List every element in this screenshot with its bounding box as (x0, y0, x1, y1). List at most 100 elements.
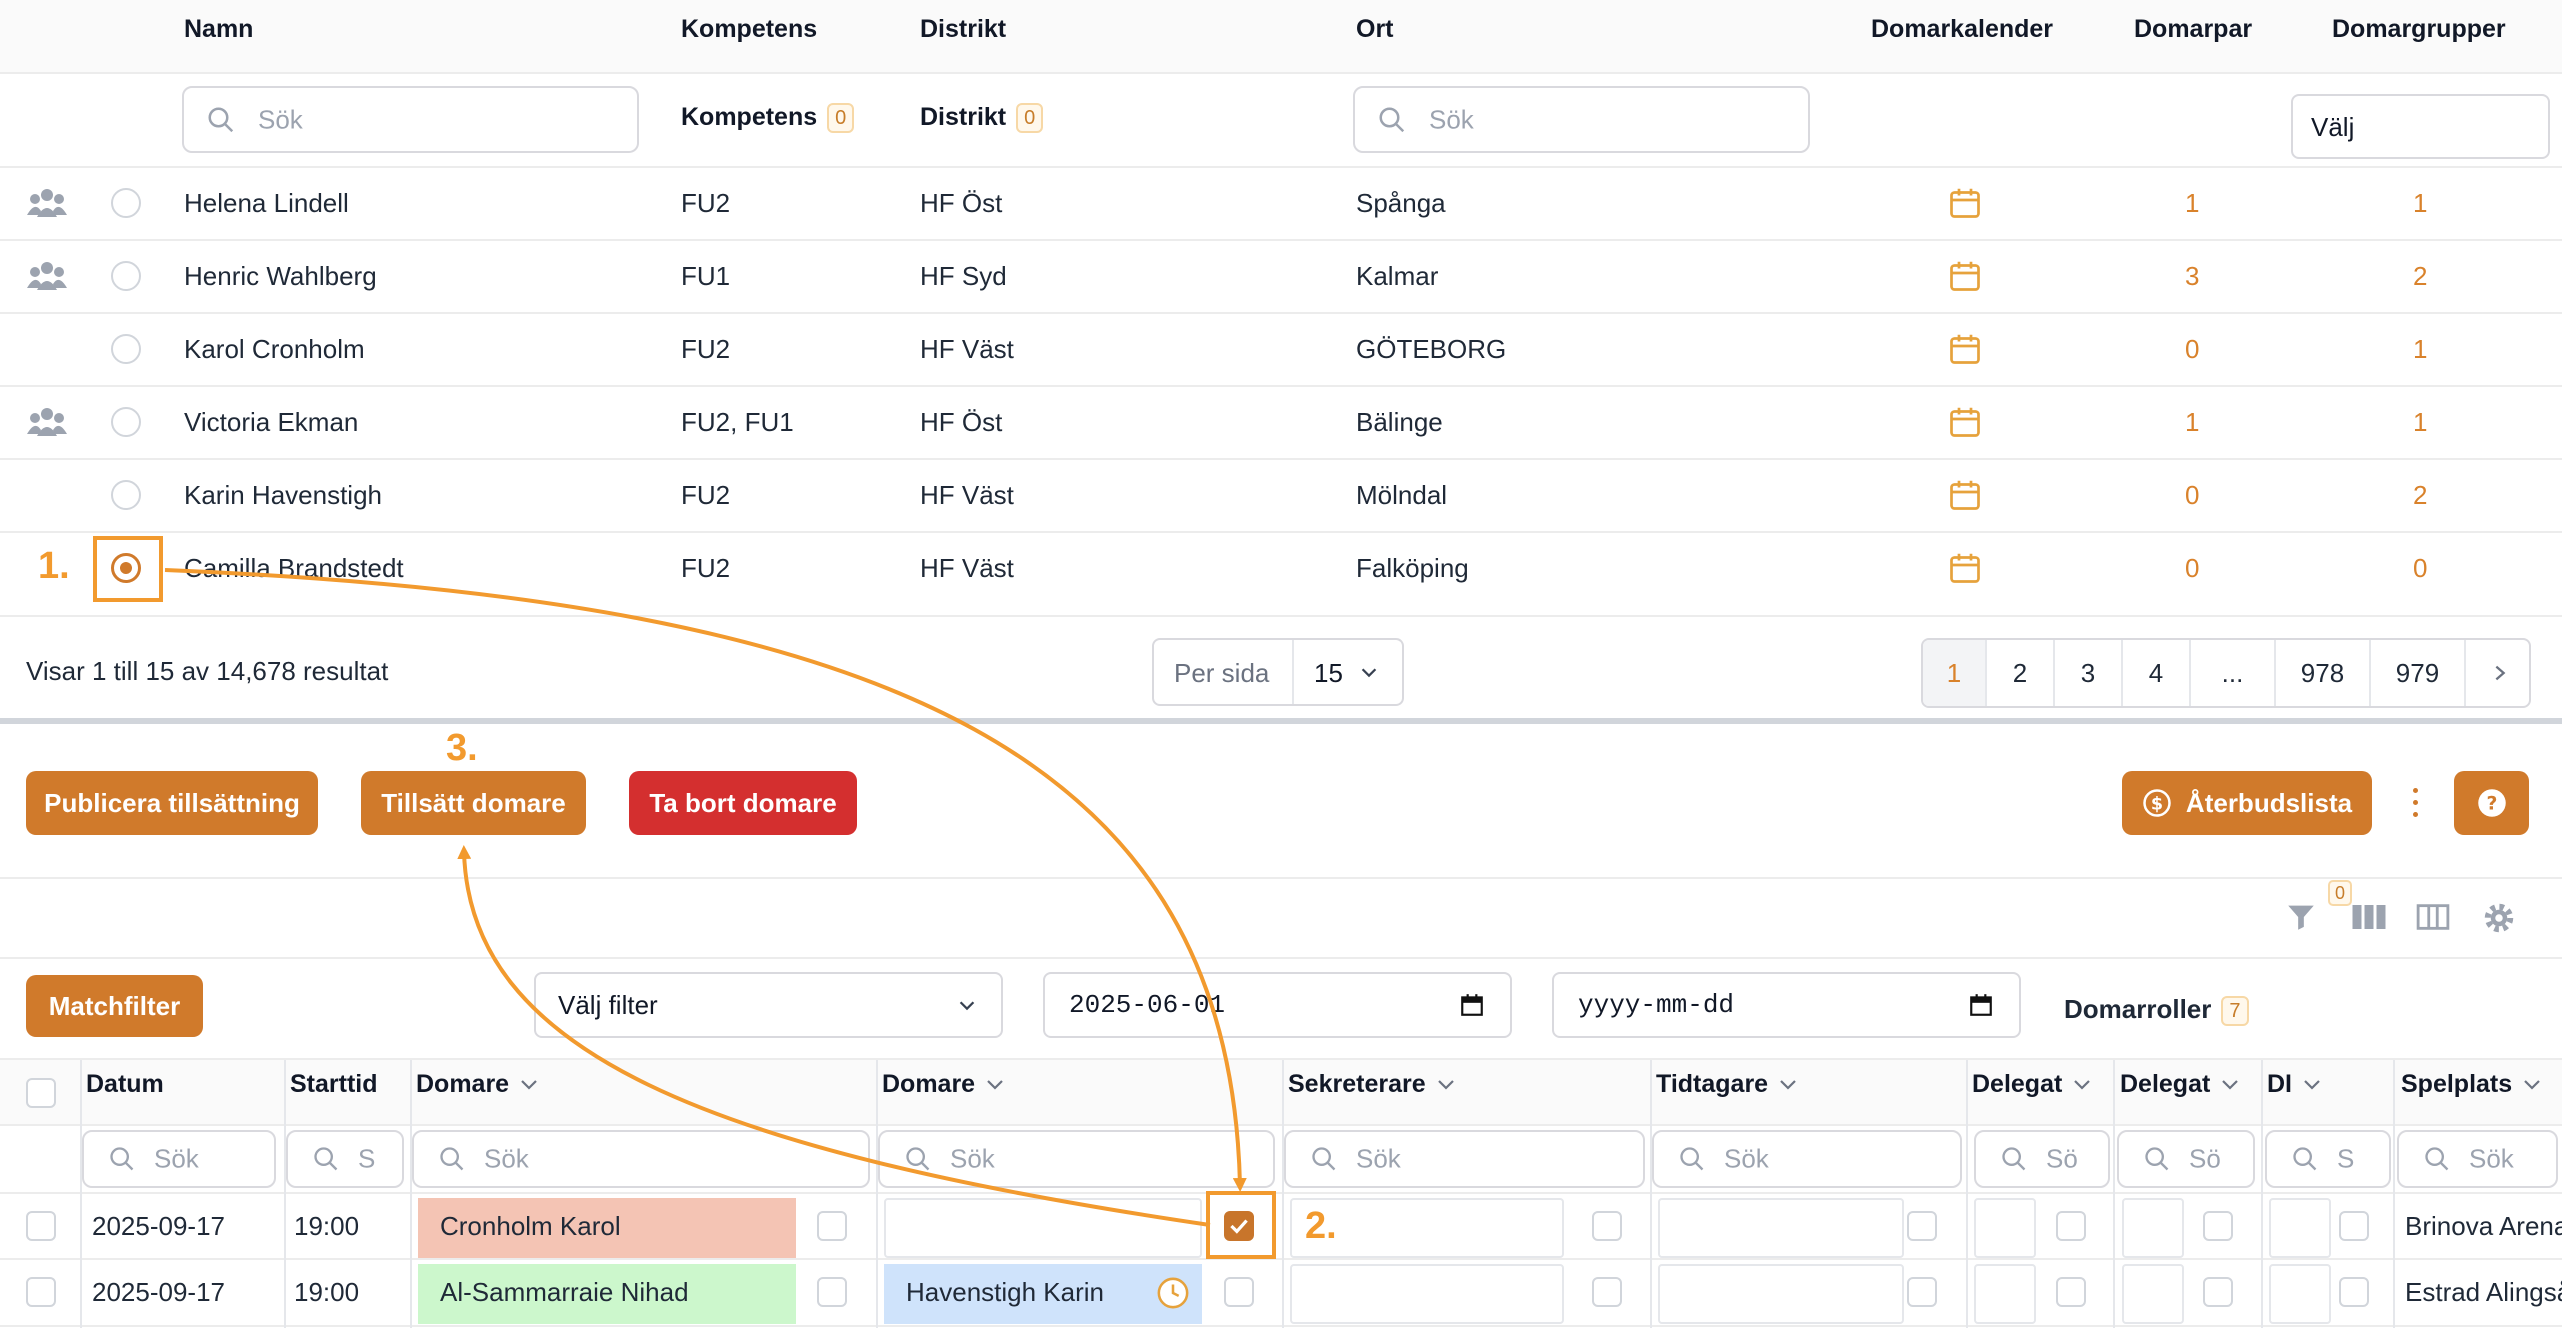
aterbudslista-button[interactable]: $ Återbudslista (2122, 771, 2372, 835)
role-slot-checkbox[interactable] (2339, 1277, 2369, 1307)
page-button[interactable]: 978 (2274, 640, 2369, 706)
domarpar-link[interactable]: 0 (2185, 480, 2199, 511)
match-col-header-spelplats[interactable]: Spelplats (2401, 1070, 2542, 1099)
kompetens-filter[interactable]: Kompetens 0 (681, 103, 855, 134)
matchfilter-button[interactable]: Matchfilter (26, 975, 203, 1037)
domargrupper-link[interactable]: 1 (2413, 334, 2427, 365)
match-col-search-tidtagare[interactable]: Sök (1652, 1130, 1962, 1188)
row-select-radio[interactable] (111, 480, 141, 510)
col-header-namn[interactable]: Namn (184, 15, 253, 44)
domarpar-link[interactable]: 1 (2185, 188, 2199, 219)
role-slot-checkbox[interactable] (2203, 1277, 2233, 1307)
role-slot-checkbox[interactable] (1907, 1211, 1937, 1241)
column-layout-icon[interactable] (2416, 902, 2450, 937)
match-col-header-sekreterare[interactable]: Sekreterare (1288, 1070, 1456, 1099)
page-button[interactable]: 1 (1923, 640, 1985, 706)
match-col-search-starttid[interactable]: S (286, 1130, 404, 1188)
match-col-header-tidtagare[interactable]: Tidtagare (1656, 1070, 1798, 1099)
domargrupper-link[interactable]: 2 (2413, 261, 2427, 292)
publish-button[interactable]: Publicera tillsättning (26, 771, 318, 835)
col-header-domarpar[interactable]: Domarpar (2134, 15, 2252, 44)
calendar-icon[interactable] (1946, 404, 1984, 445)
col-header-domarkalender[interactable]: Domarkalender (1871, 15, 2053, 44)
role-slot-empty[interactable] (1974, 1198, 2036, 1258)
referee-slot-checkbox[interactable] (1224, 1211, 1254, 1241)
col-header-domargrupper[interactable]: Domargrupper (2332, 15, 2506, 44)
select-all-checkbox[interactable] (26, 1078, 56, 1108)
help-button[interactable]: ? (2454, 771, 2529, 835)
name-search-input[interactable]: Sök (182, 86, 639, 153)
domargrupper-link[interactable]: 2 (2413, 480, 2427, 511)
columns-icon[interactable] (2351, 902, 2387, 937)
date-to-input[interactable]: yyyy-mm-dd (1552, 972, 2021, 1038)
domargrupper-link[interactable]: 1 (2413, 188, 2427, 219)
match-col-header-domare2[interactable]: Domare (882, 1070, 1005, 1099)
page-button[interactable]: 979 (2369, 640, 2464, 706)
calendar-icon[interactable] (1946, 331, 1984, 372)
referee-row[interactable] (0, 167, 2562, 239)
match-col-search-domare1[interactable]: Sök (412, 1130, 870, 1188)
match-col-header-delegat2[interactable]: Delegat (2120, 1070, 2240, 1099)
match-col-header-di[interactable]: DI (2267, 1070, 2322, 1099)
domarroller-filter[interactable]: Domarroller 7 (2064, 994, 2249, 1027)
col-header-distrikt[interactable]: Distrikt (920, 15, 1006, 44)
role-slot-checkbox[interactable] (2056, 1277, 2086, 1307)
role-slot-checkbox[interactable] (1592, 1211, 1622, 1241)
match-row-checkbox[interactable] (26, 1211, 56, 1241)
referee-row[interactable] (0, 386, 2562, 458)
role-slot-empty[interactable] (2269, 1198, 2331, 1258)
domargrupper-link[interactable]: 1 (2413, 407, 2427, 438)
calendar-icon[interactable] (1946, 258, 1984, 299)
role-slot-empty[interactable] (2122, 1264, 2184, 1324)
row-select-radio[interactable] (111, 553, 141, 583)
filter-select[interactable]: Välj filter (534, 972, 1003, 1038)
referee-slot-empty[interactable] (884, 1198, 1202, 1258)
role-slot-empty[interactable] (2122, 1198, 2184, 1258)
role-slot-empty[interactable] (1290, 1264, 1564, 1324)
role-slot-empty[interactable] (1658, 1264, 1904, 1324)
date-from-input[interactable]: 2025-06-01 (1043, 972, 1512, 1038)
domargrupper-select[interactable]: Välj (2291, 94, 2550, 159)
role-slot-checkbox[interactable] (1907, 1277, 1937, 1307)
match-col-search-domare2[interactable]: Sök (878, 1130, 1275, 1188)
domargrupper-link[interactable]: 0 (2413, 553, 2427, 584)
role-slot-empty[interactable] (1974, 1264, 2036, 1324)
page-button[interactable]: 4 (2121, 640, 2189, 706)
row-select-radio[interactable] (111, 261, 141, 291)
role-slot-checkbox[interactable] (2056, 1211, 2086, 1241)
col-header-kompetens[interactable]: Kompetens (681, 15, 817, 44)
ort-search-input[interactable]: Sök (1353, 86, 1810, 153)
match-col-header-domare1[interactable]: Domare (416, 1070, 539, 1099)
filter-icon[interactable] (2284, 899, 2318, 935)
match-col-search-delegat2[interactable]: Sö (2117, 1130, 2255, 1188)
more-options-icon[interactable] (2410, 786, 2420, 820)
role-slot-empty[interactable] (2269, 1264, 2331, 1324)
assign-referee-button[interactable]: Tillsätt domare (361, 771, 586, 835)
distrikt-filter[interactable]: Distrikt 0 (920, 103, 1044, 134)
match-row-checkbox[interactable] (26, 1277, 56, 1307)
row-select-radio[interactable] (111, 407, 141, 437)
calendar-icon[interactable] (1946, 477, 1984, 518)
referee-slot-checkbox[interactable] (817, 1211, 847, 1241)
referee-slot-checkbox[interactable] (1224, 1277, 1254, 1307)
next-page-chevron-icon[interactable] (2464, 640, 2529, 706)
domarpar-link[interactable]: 3 (2185, 261, 2199, 292)
page-button[interactable]: 2 (1985, 640, 2053, 706)
match-col-search-di[interactable]: S (2265, 1130, 2391, 1188)
page-button[interactable]: 3 (2053, 640, 2121, 706)
settings-gear-icon[interactable] (2481, 900, 2517, 941)
match-col-header-starttid[interactable]: Starttid (290, 1070, 378, 1099)
match-col-search-datum[interactable]: Sök (82, 1130, 276, 1188)
role-slot-checkbox[interactable] (2203, 1211, 2233, 1241)
calendar-icon[interactable] (1968, 992, 1994, 1018)
row-select-radio[interactable] (111, 334, 141, 364)
match-col-search-delegat1[interactable]: Sö (1974, 1130, 2110, 1188)
match-col-header-delegat1[interactable]: Delegat (1972, 1070, 2092, 1099)
remove-referee-button[interactable]: Ta bort domare (629, 771, 857, 835)
role-slot-empty[interactable] (1658, 1198, 1904, 1258)
page-button[interactable]: ... (2189, 640, 2274, 706)
per-page-select[interactable]: Per sida 15 (1152, 638, 1404, 706)
col-header-ort[interactable]: Ort (1356, 15, 1394, 44)
domarpar-link[interactable]: 0 (2185, 553, 2199, 584)
calendar-icon[interactable] (1946, 185, 1984, 226)
